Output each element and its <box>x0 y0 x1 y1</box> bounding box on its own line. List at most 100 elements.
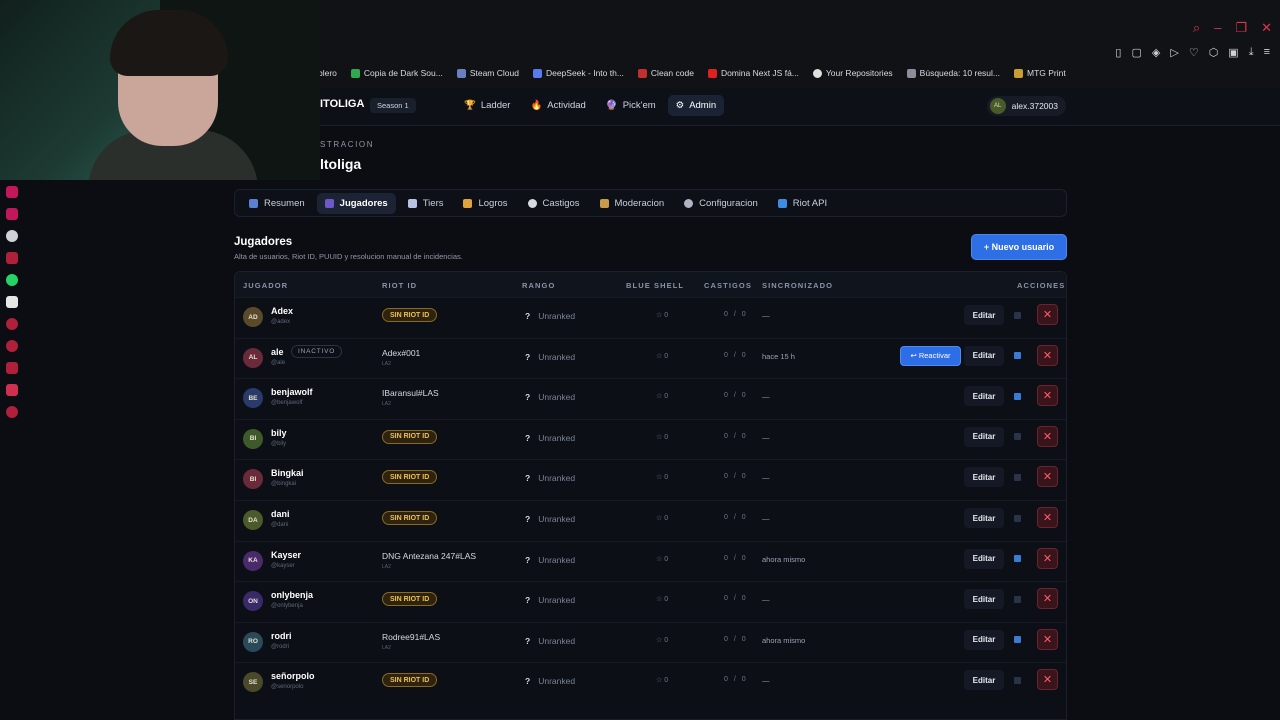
minimize-icon[interactable]: – <box>1214 20 1221 36</box>
edit-button[interactable]: Editar <box>964 467 1004 488</box>
tab-logros[interactable]: Logros <box>455 193 515 214</box>
player-icon[interactable] <box>6 318 18 330</box>
sync-button[interactable] <box>1009 511 1025 525</box>
delete-button[interactable]: ✕ <box>1037 588 1058 610</box>
no-riot-id-badge: SIN RIOT ID <box>382 308 438 322</box>
bookmark-item[interactable]: Steam Cloud <box>456 68 519 78</box>
extensions-icon[interactable]: ⬡ <box>1209 46 1219 59</box>
bookmark-icon[interactable]: ▯ <box>1115 46 1121 59</box>
edit-button[interactable]: Editar <box>964 629 1004 650</box>
chatgpt-icon[interactable] <box>6 230 18 242</box>
delete-button[interactable]: ✕ <box>1037 304 1058 325</box>
restore-icon[interactable]: ❐ <box>1235 20 1247 36</box>
bookmark-item[interactable]: Copia de Dark Sou... <box>350 68 443 78</box>
player-name: onlybenja <box>271 590 314 601</box>
edit-button[interactable]: Editar <box>964 589 1004 610</box>
menu-icon[interactable]: ≡ <box>1264 46 1270 59</box>
bookmark-item[interactable]: Domina Next JS fá... <box>707 68 799 78</box>
messenger-icon[interactable] <box>6 208 18 220</box>
sync-button[interactable] <box>1009 470 1025 484</box>
delete-button[interactable]: ✕ <box>1037 466 1058 488</box>
tab-riot-api[interactable]: Riot API <box>770 193 835 214</box>
whatsapp-icon[interactable] <box>6 274 18 286</box>
shield-icon[interactable]: ◈ <box>1152 46 1160 59</box>
instagram-icon[interactable] <box>6 186 18 198</box>
sheets-icon <box>350 68 360 78</box>
extensions-icon[interactable] <box>6 384 18 396</box>
bookmark-item[interactable]: Your Repositories <box>812 68 893 78</box>
delete-button[interactable]: ✕ <box>1037 385 1058 407</box>
user-menu[interactable]: AL alex.372003 <box>986 96 1066 116</box>
bookmark-item[interactable]: DeepSeek - Into th... <box>532 68 624 78</box>
brand-logo[interactable]: ITOLIGA <box>320 98 364 110</box>
tab-tiers[interactable]: Tiers <box>400 193 452 214</box>
tab-jugadores[interactable]: Jugadores <box>316 192 396 214</box>
admin-tabs: Resumen Jugadores Tiers Logros Castigos … <box>234 189 1067 217</box>
edit-button[interactable]: Editar <box>964 386 1004 407</box>
settings-icon[interactable] <box>6 406 18 418</box>
edit-button[interactable]: Editar <box>964 670 1004 691</box>
nav-pickem[interactable]: 🔮 Pick'em <box>598 95 664 116</box>
blue-shell-count: ☆ 0 <box>656 473 668 481</box>
sync-button[interactable] <box>1009 349 1025 363</box>
rank: ? Unranked <box>525 473 575 483</box>
edit-button[interactable]: Editar <box>964 548 1004 569</box>
sync-button[interactable] <box>1009 308 1025 322</box>
nav-ladder[interactable]: 🏆 Ladder <box>456 95 518 116</box>
nav-activity[interactable]: 🔥 Actividad <box>522 95 593 116</box>
heart-icon[interactable]: ♡ <box>1189 46 1199 59</box>
player-name: Bingkai <box>271 468 304 479</box>
sync-button[interactable] <box>1009 592 1025 606</box>
sync-button[interactable] <box>1009 552 1025 566</box>
tab-configuracion[interactable]: Configuracion <box>676 193 766 214</box>
riot-region: LA2 <box>382 360 391 367</box>
delete-button[interactable]: ✕ <box>1037 507 1058 528</box>
bookmark-item[interactable]: MTG Print <box>1014 68 1066 78</box>
app-icon[interactable] <box>6 252 18 264</box>
sync-icon <box>1013 514 1021 522</box>
bookmarks-bar: blero Copia de Dark Sou... Steam Cloud D… <box>318 68 1066 78</box>
play-icon[interactable]: ▷ <box>1170 46 1178 59</box>
sync-button[interactable] <box>1009 389 1025 403</box>
rank-label: Unranked <box>538 554 576 565</box>
close-icon[interactable]: ✕ <box>1261 20 1272 36</box>
wallet-icon[interactable]: ▣ <box>1228 46 1238 59</box>
close-icon: ✕ <box>1042 309 1053 321</box>
table-row: BE benjawolf @benjawolf IBaransul#LAS LA2? Un… <box>235 378 1066 418</box>
x-icon[interactable] <box>6 296 18 308</box>
castigos-count: 0 / 0 <box>724 392 748 400</box>
sync-button[interactable] <box>1009 633 1025 647</box>
edit-button[interactable]: Editar <box>964 426 1004 447</box>
player-handle: @bingkai <box>271 481 297 488</box>
reactivate-button[interactable]: ↩ Reactivar <box>900 345 961 366</box>
avatar: RO <box>243 631 263 652</box>
sync-button[interactable] <box>1009 673 1025 687</box>
history-icon[interactable] <box>6 340 18 352</box>
download-icon[interactable] <box>6 362 18 374</box>
search-icon[interactable]: ⌕ <box>1193 20 1200 36</box>
download-icon[interactable]: ⤓ <box>1249 46 1254 59</box>
bookmark-item[interactable]: Clean code <box>637 68 694 78</box>
screenshot-icon[interactable]: ▢ <box>1131 46 1141 59</box>
bookmark-item[interactable]: blero <box>318 68 337 78</box>
nav-admin[interactable]: ⚙ Admin <box>667 95 725 116</box>
tab-moderacion[interactable]: Moderacion <box>592 193 673 214</box>
riot-id: IBaransul#LAS <box>382 388 439 399</box>
tab-castigos[interactable]: Castigos <box>520 193 588 214</box>
bookmark-item[interactable]: Búsqueda: 10 resul... <box>906 68 1000 78</box>
delete-button[interactable]: ✕ <box>1037 344 1058 366</box>
player-name: Adex <box>271 306 294 316</box>
delete-button[interactable]: ✕ <box>1037 628 1058 650</box>
player-handle: @onlybenja <box>271 603 303 610</box>
delete-button[interactable]: ✕ <box>1037 547 1058 569</box>
delete-button[interactable]: ✕ <box>1037 425 1058 447</box>
sync-button[interactable] <box>1009 430 1025 444</box>
edit-button[interactable]: Editar <box>964 345 1004 366</box>
tab-resumen[interactable]: Resumen <box>241 193 313 214</box>
edit-button[interactable]: Editar <box>964 305 1004 325</box>
blue-shell-count: ☆ 0 <box>656 392 668 400</box>
sync-status: ahora mismo <box>762 635 806 645</box>
delete-button[interactable]: ✕ <box>1037 669 1058 691</box>
new-user-button[interactable]: + Nuevo usuario <box>971 234 1067 260</box>
edit-button[interactable]: Editar <box>964 508 1004 528</box>
